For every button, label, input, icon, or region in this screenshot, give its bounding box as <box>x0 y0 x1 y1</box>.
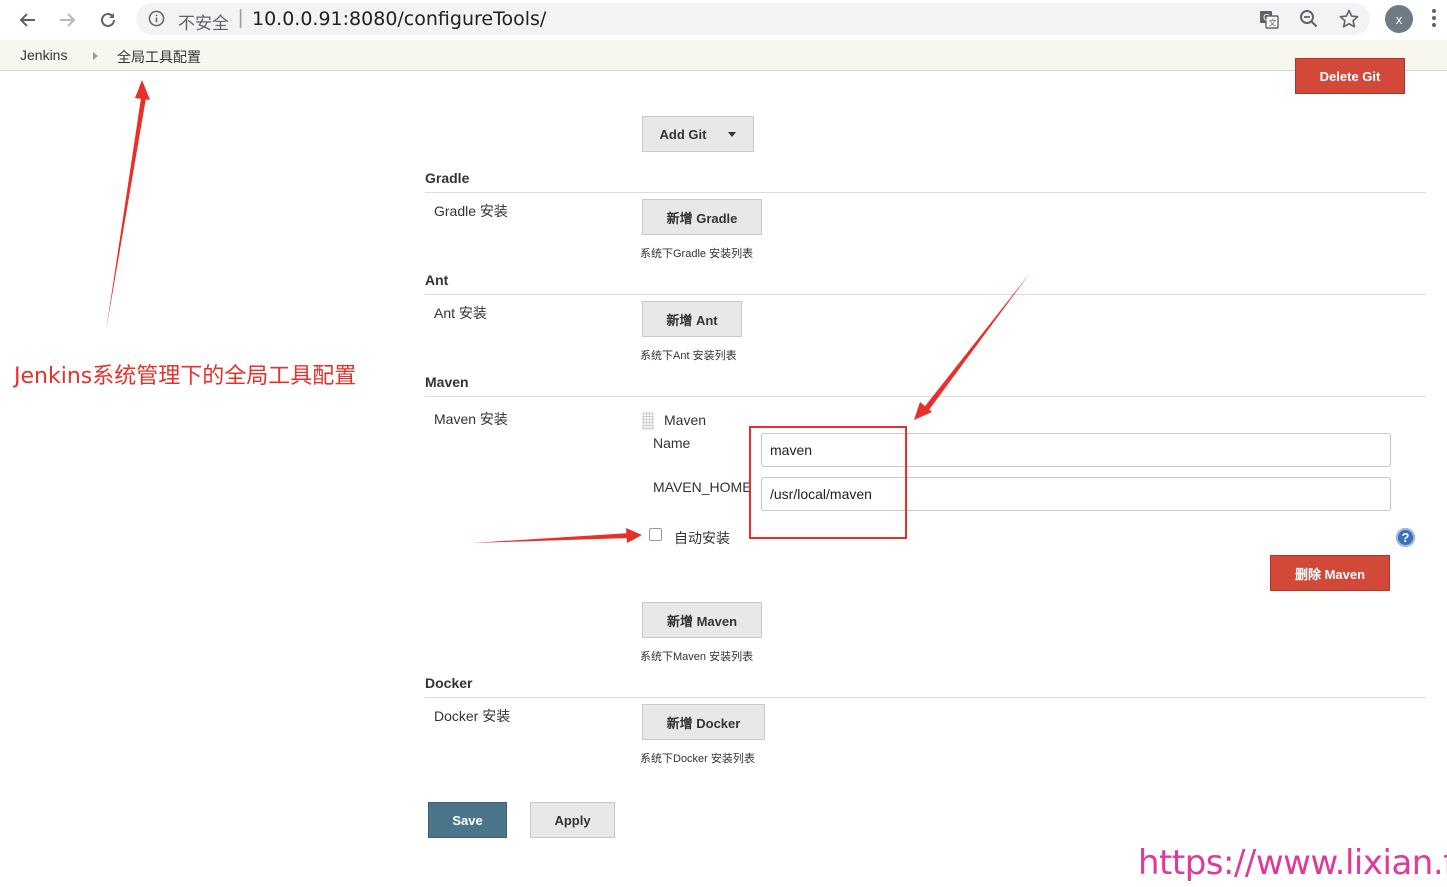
annotation-arrow-breadcrumb <box>106 98 146 331</box>
annotation-arrow-inputs <box>922 273 1030 414</box>
annotation-arrows <box>106 80 1030 543</box>
annotation-arrow-checkbox <box>472 533 630 543</box>
watermark: https://www.lixian.fun <box>1138 843 1447 883</box>
